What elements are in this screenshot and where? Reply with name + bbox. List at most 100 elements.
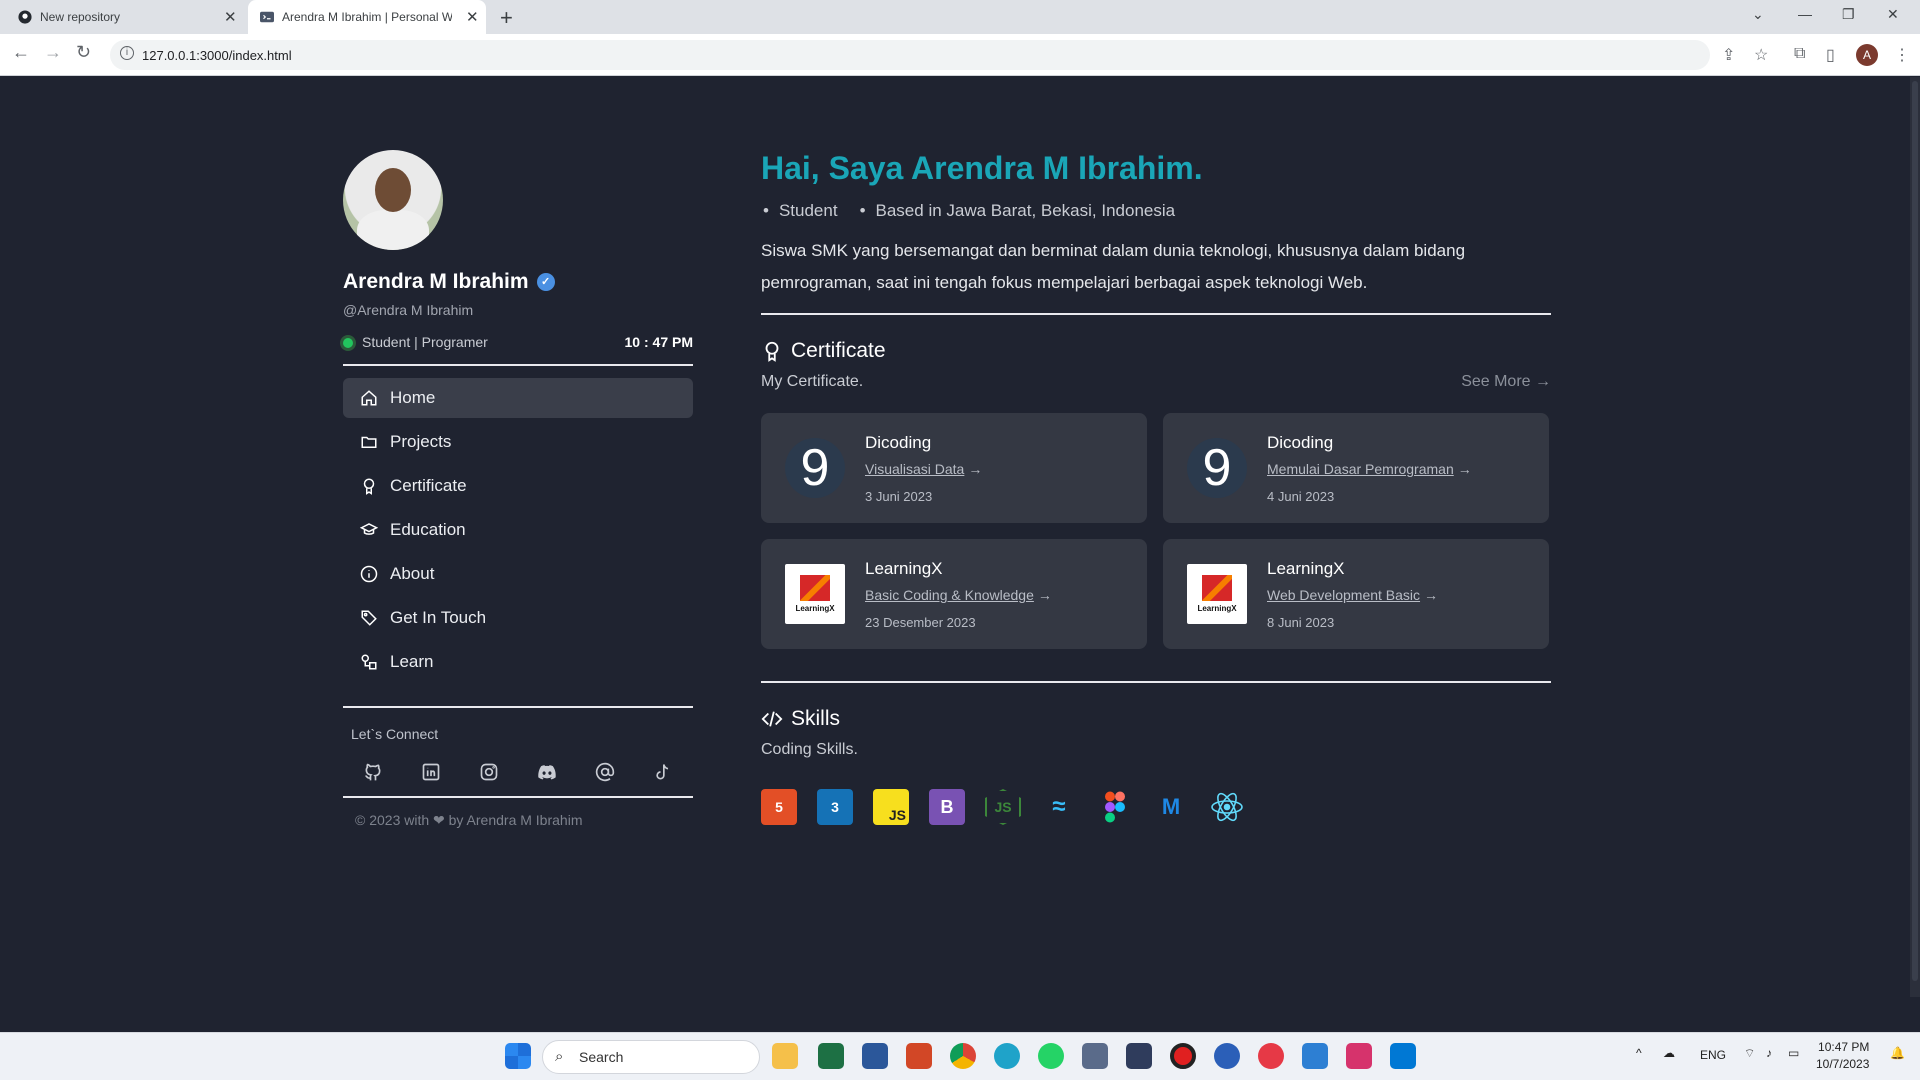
certificate-title-link[interactable]: Basic Coding & Knowledge <box>865 587 1147 603</box>
see-more-link[interactable]: See More → <box>1461 373 1551 391</box>
certificate-title-link[interactable]: Web Development Basic <box>1267 587 1549 603</box>
file-explorer-icon[interactable] <box>772 1043 798 1069</box>
close-window-icon[interactable]: ✕ <box>1887 6 1899 23</box>
bookmark-star-icon[interactable]: ☆ <box>1754 45 1768 65</box>
sidebar-item-about[interactable]: About <box>343 554 693 594</box>
github-icon <box>18 10 32 24</box>
scrollbar[interactable] <box>1910 77 1920 997</box>
reload-icon[interactable]: ↻ <box>76 42 91 63</box>
certificate-card[interactable]: 9 Dicoding Memulai Dasar Pemrograman 4 J… <box>1163 413 1549 523</box>
tab-search-icon[interactable]: ⌄ <box>1752 6 1764 23</box>
certificate-title-link[interactable]: Memulai Dasar Pemrograman <box>1267 461 1549 477</box>
tag-icon <box>361 610 377 626</box>
browser-toolbar: ← → ↻ i 127.0.0.1:3000/index.html ⇪ ☆ ⧉ … <box>0 34 1920 76</box>
section-subtitle: My Certificate. <box>761 373 864 390</box>
address-bar[interactable]: i 127.0.0.1:3000/index.html <box>110 40 1710 70</box>
close-tab-icon[interactable]: ✕ <box>224 8 237 26</box>
recorder-icon[interactable] <box>1170 1043 1196 1069</box>
certificate-title-link[interactable]: Visualisasi Data <box>865 461 1147 477</box>
snipping-tool-icon[interactable] <box>1346 1043 1372 1069</box>
sidebar-item-home[interactable]: Home <box>343 378 693 418</box>
certificate-issuer: LearningX <box>1267 559 1345 578</box>
excel-icon[interactable] <box>818 1043 844 1069</box>
profile-handle: @Arendra M Ibrahim <box>343 302 474 318</box>
minimize-icon[interactable]: — <box>1798 6 1812 22</box>
close-tab-icon[interactable]: ✕ <box>466 8 479 26</box>
github-icon[interactable] <box>363 762 383 782</box>
certificate-heading: Certificate <box>761 339 1551 363</box>
at-icon[interactable] <box>595 762 615 782</box>
app-icon[interactable] <box>1214 1043 1240 1069</box>
taskbar-clock[interactable]: 10:47 PM 10/7/2023 <box>1816 1039 1869 1073</box>
certificate-grid: 9 Dicoding Visualisasi Data 3 Juni 2023 … <box>761 413 1551 649</box>
certificate-issuer: Dicoding <box>1267 433 1334 452</box>
scrollbar-thumb[interactable] <box>1912 81 1918 981</box>
notepad-icon[interactable] <box>1302 1043 1328 1069</box>
site-info-icon[interactable]: i <box>120 46 134 60</box>
discord-icon[interactable] <box>537 762 557 782</box>
whatsapp-icon[interactable] <box>1038 1043 1064 1069</box>
status-text: Student | Programer <box>362 334 488 350</box>
restore-icon[interactable]: ❐ <box>1842 6 1855 23</box>
menu-kebab-icon[interactable]: ⋮ <box>1894 45 1910 65</box>
certificate-issuer: Dicoding <box>865 433 932 452</box>
award-icon <box>363 478 375 495</box>
app-icon[interactable] <box>1258 1043 1284 1069</box>
language-indicator[interactable]: ENG <box>1700 1048 1726 1062</box>
footer-text: © 2023 with ❤ by Arendra M Ibrahim <box>355 812 583 828</box>
bio-text: Siswa SMK yang bersemangat dan berminat … <box>761 241 1466 292</box>
instagram-icon[interactable] <box>479 762 499 782</box>
edge-icon[interactable] <box>994 1043 1020 1069</box>
network-app-icon[interactable] <box>1082 1043 1108 1069</box>
tiktok-icon[interactable] <box>653 762 673 782</box>
virtualbox-icon[interactable] <box>1126 1043 1152 1069</box>
tray-chevron-icon[interactable]: ^ <box>1636 1046 1642 1060</box>
dicoding-logo: 9 <box>785 438 845 498</box>
profile-avatar[interactable]: A <box>1856 44 1878 66</box>
certificate-card[interactable]: 9 Dicoding Visualisasi Data 3 Juni 2023 <box>761 413 1147 523</box>
bootstrap-icon: B <box>929 789 965 825</box>
chrome-icon[interactable] <box>950 1043 976 1069</box>
certificate-card[interactable]: LearningX LearningX Basic Coding & Knowl… <box>761 539 1147 649</box>
divider <box>761 681 1551 683</box>
sidebar-item-education[interactable]: Education <box>343 510 693 550</box>
tab-new-repository[interactable]: New repository ✕ <box>18 0 244 34</box>
side-panel-icon[interactable]: ▯ <box>1826 45 1835 65</box>
share-icon[interactable]: ⇪ <box>1722 45 1735 65</box>
certificate-card[interactable]: LearningX LearningX Web Development Basi… <box>1163 539 1549 649</box>
tab-personal-website[interactable]: Arendra M Ibrahim | Personal W ✕ <box>248 0 486 34</box>
notification-bell-icon[interactable]: 🔔 <box>1890 1046 1905 1060</box>
onedrive-icon[interactable]: ☁ <box>1663 1046 1675 1060</box>
sidebar-item-projects[interactable]: Projects <box>343 422 693 462</box>
sidebar-item-certificate[interactable]: Certificate <box>343 466 693 506</box>
sidebar-item-learn[interactable]: Learn <box>343 642 693 682</box>
word-icon[interactable] <box>862 1043 888 1069</box>
folder-icon <box>361 436 377 448</box>
new-tab-button[interactable]: + <box>500 5 513 31</box>
battery-icon[interactable]: ▭ <box>1788 1046 1799 1060</box>
extensions-icon[interactable]: ⧉ <box>1794 45 1805 63</box>
taskbar-date: 10/7/2023 <box>1816 1057 1870 1071</box>
tailwind-icon: ≈ <box>1052 793 1066 820</box>
forward-icon[interactable]: → <box>44 42 62 63</box>
certificate-date: 4 Juni 2023 <box>1267 489 1335 504</box>
taskbar-search[interactable]: ⌕ Search <box>542 1040 760 1074</box>
windows-start-icon[interactable] <box>505 1043 531 1069</box>
wifi-icon[interactable]: ⌔ <box>1744 1046 1755 1061</box>
certificate-date: 8 Juni 2023 <box>1267 615 1335 630</box>
verified-badge-icon: ✓ <box>536 273 555 291</box>
section-title: Skills <box>791 707 841 730</box>
code-icon <box>260 11 274 23</box>
powerpoint-icon[interactable] <box>906 1043 932 1069</box>
vscode-icon[interactable] <box>1390 1043 1416 1069</box>
javascript-icon: JS <box>873 789 909 825</box>
sidebar-item-get-in-touch[interactable]: Get In Touch <box>343 598 693 638</box>
learningx-logo: LearningX <box>785 564 845 624</box>
certificate-date: 23 Desember 2023 <box>865 615 976 630</box>
volume-icon[interactable]: ♪ <box>1766 1046 1772 1060</box>
clock: 10 : 47 PM <box>624 334 693 350</box>
skills-subrow: Coding Skills. <box>761 741 1551 759</box>
back-icon[interactable]: ← <box>12 42 30 63</box>
html5-icon: 5 <box>761 789 797 825</box>
linkedin-icon[interactable] <box>421 762 441 782</box>
